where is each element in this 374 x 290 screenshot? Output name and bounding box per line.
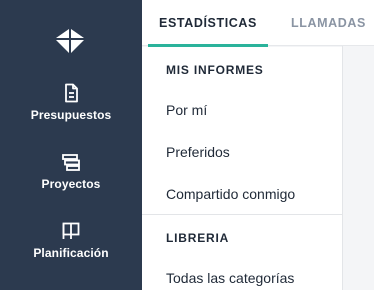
menu-item-compartido-conmigo[interactable]: Compartido conmigo bbox=[166, 186, 295, 202]
sidebar-item-planificacion[interactable]: Planificación bbox=[0, 220, 142, 260]
sidebar-item-label: Proyectos bbox=[41, 177, 101, 191]
main-content bbox=[342, 46, 374, 290]
sidebar-item-proyectos[interactable]: Proyectos bbox=[0, 151, 142, 191]
menu-item-preferidos[interactable]: Preferidos bbox=[166, 144, 230, 160]
tab-estadisticas[interactable]: ESTADÍSTICAS bbox=[148, 0, 268, 47]
sidebar-item-label: Planificación bbox=[33, 246, 109, 260]
stack-icon bbox=[60, 151, 82, 173]
app-window: Presupuestos Proyectos Planificación EST… bbox=[0, 0, 374, 290]
tab-llamadas[interactable]: LLAMADAS bbox=[291, 0, 366, 46]
menu-divider bbox=[142, 214, 342, 215]
statistics-dropdown-menu: MIS INFORMES Por mí Preferidos Compartid… bbox=[142, 47, 342, 290]
board-icon bbox=[60, 220, 82, 242]
menu-item-todas-las-categorias[interactable]: Todas las categorías bbox=[166, 270, 294, 286]
tab-bar: ESTADÍSTICAS LLAMADAS bbox=[142, 0, 374, 47]
menu-item-por-mi[interactable]: Por mí bbox=[166, 102, 207, 118]
section-header-libreria: LIBRERIA bbox=[166, 231, 230, 245]
sidebar-item-label: Presupuestos bbox=[30, 108, 112, 122]
document-icon bbox=[60, 82, 82, 104]
logo-icon[interactable] bbox=[52, 25, 88, 57]
section-header-mis-informes: MIS INFORMES bbox=[166, 63, 264, 77]
sidebar: Presupuestos Proyectos Planificación bbox=[0, 0, 142, 290]
sidebar-item-presupuestos[interactable]: Presupuestos bbox=[0, 82, 142, 122]
